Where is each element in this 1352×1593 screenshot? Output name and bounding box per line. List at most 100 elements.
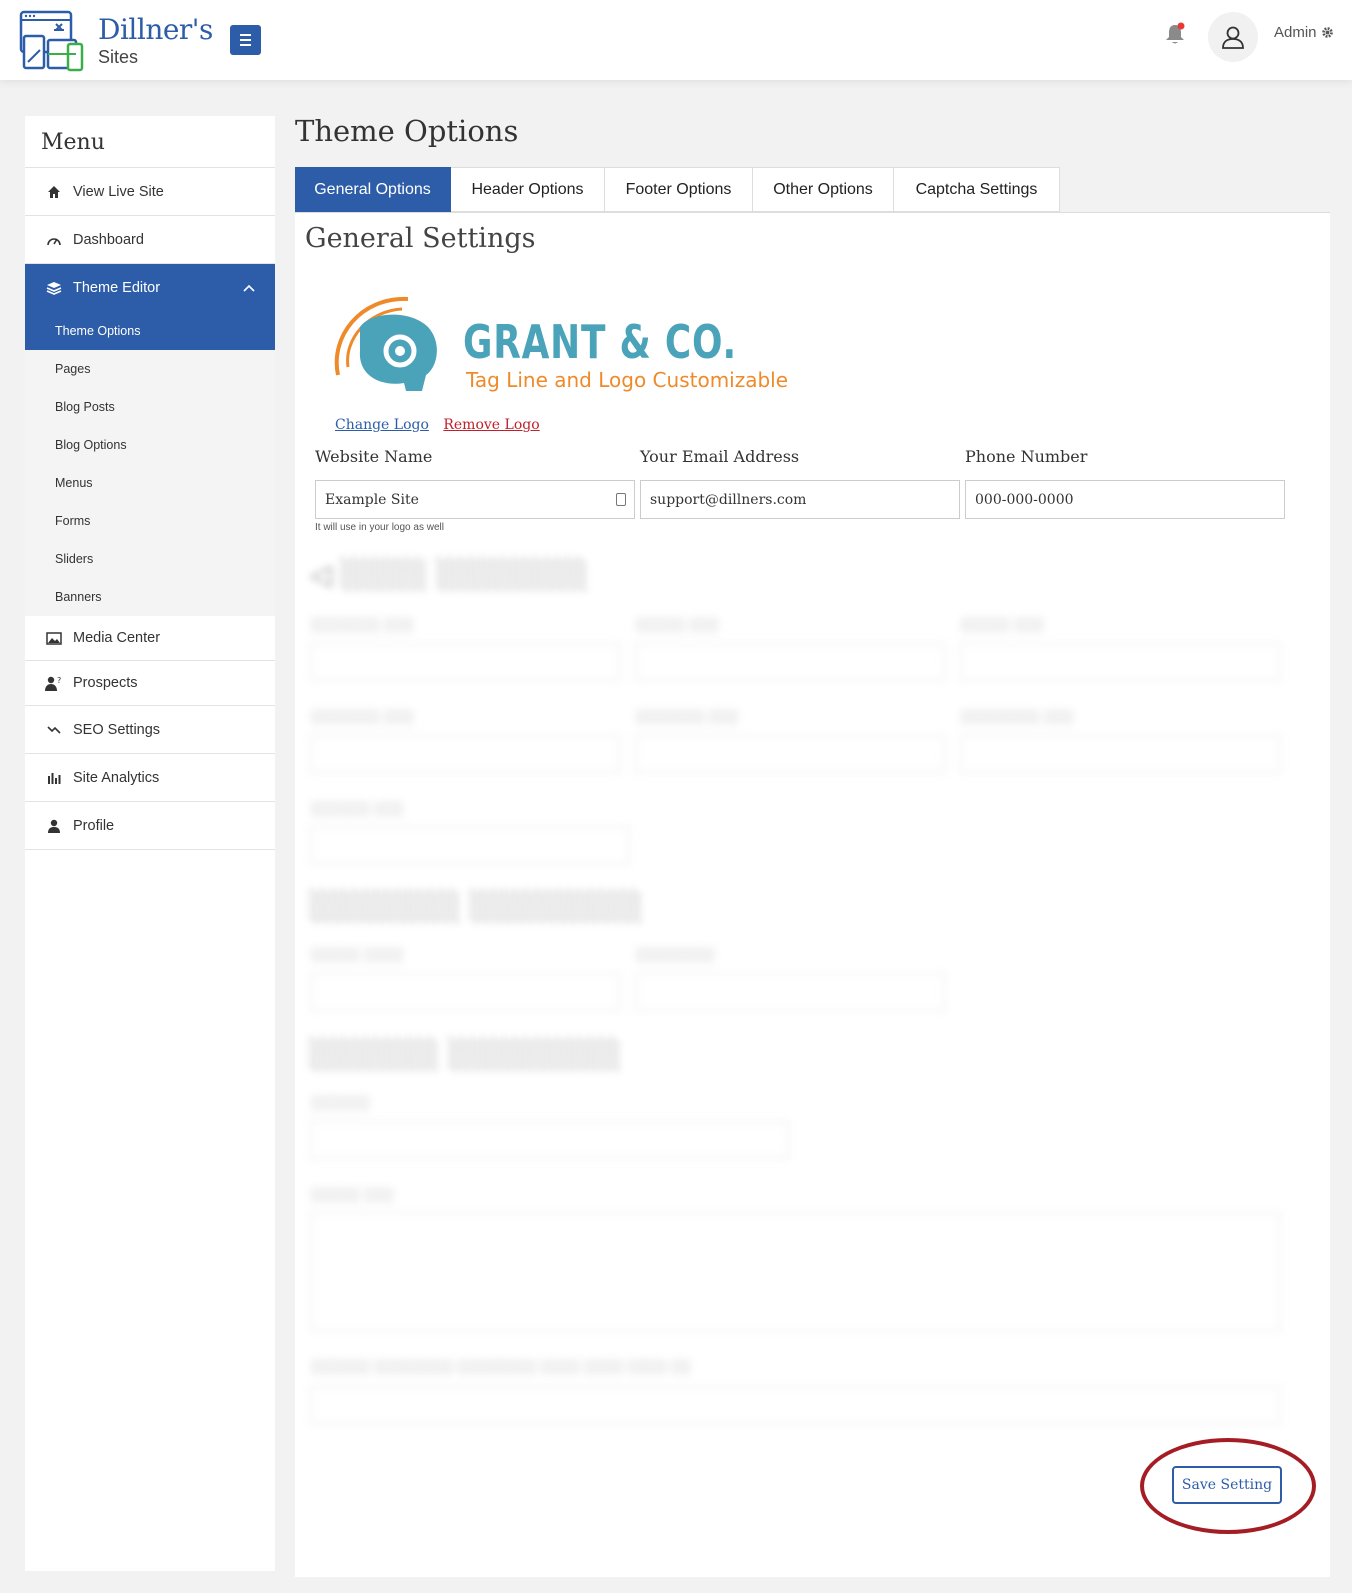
sidebar-item-media-center[interactable]: Media Center [25,616,275,661]
sidebar-item-view-live-site[interactable]: View Live Site [25,168,275,216]
sidebar-item-label: Dashboard [73,231,144,248]
image-icon [45,630,63,646]
blurred-select [635,973,945,1011]
tab-other-options[interactable]: Other Options [753,167,894,212]
website-name-input[interactable]: Example Site [315,480,635,519]
site-logo: GRANT & CO. Tag Line and Logo Customizab… [330,287,800,407]
website-name-field-group: Website Name Example Site It will use in… [315,447,635,533]
user-icon [1222,26,1244,49]
brand-logo-icon [18,10,86,72]
phone-value: 000-000-0000 [975,491,1074,508]
trend-icon [45,722,63,738]
logo-tagline: Tag Line and Logo Customizable [466,368,789,392]
sidebar-item-label: Profile [73,817,115,834]
blurred-input [310,826,630,864]
sidebar-item-label: Media Center [73,630,161,646]
blurred-heading-2: ░░░░░░░ ░░░░░░░░ [310,890,643,923]
blurred-label: ░░░░░ ░░░░ [310,946,404,962]
sidebar-item-seo-settings[interactable]: SEO Settings [25,706,275,754]
layers-icon [45,280,63,296]
section-title: General Settings [305,223,536,254]
blurred-label: ░░░░░ ░░░ [960,616,1044,632]
tab-header-options[interactable]: Header Options [451,167,605,212]
blurred-input [960,643,1280,681]
tab-footer-options[interactable]: Footer Options [605,167,753,212]
blurred-label: ░░░░░░░░ [635,946,715,962]
blurred-input [310,1386,1280,1424]
website-name-value: Example Site [325,491,419,508]
sidebar-item-theme-editor[interactable]: Theme Editor [25,264,275,312]
blurred-textarea [310,1212,1280,1332]
hamburger-menu-button[interactable] [230,25,261,55]
blurred-label: ░░░░░░░ ░░░ [635,708,739,724]
blurred-label: ░░░░░░ [310,1094,370,1110]
sidebar-item-label: SEO Settings [73,721,161,738]
website-name-label: Website Name [315,447,433,466]
sidebar-item-label: Theme Editor [73,280,161,296]
email-label: Your Email Address [640,447,800,466]
top-bar: Dillner's Sites Admin [0,0,1352,80]
tab-captcha-settings[interactable]: Captcha Settings [894,167,1060,212]
blurred-input [635,643,945,681]
brand-name: Dillner's [98,13,213,46]
svg-text:?: ? [57,676,61,685]
admin-menu[interactable]: Admin [1274,24,1334,41]
sidebar-item-label: View Live Site [73,183,164,200]
user-question-icon: ? [45,675,63,691]
email-input[interactable]: support@dillners.com [640,480,960,519]
blurred-input [635,735,945,773]
blurred-input [310,735,620,773]
sidebar-subitem-theme-options[interactable]: Theme Options [25,312,275,350]
blurred-label: ░░░░░ ░░░ [635,616,719,632]
blurred-select [310,1121,790,1159]
home-icon [45,184,63,200]
sidebar-subitem-banners[interactable]: Banners [25,578,275,616]
blurred-select [310,973,620,1011]
user-icon [45,818,63,834]
general-options-panel: General Settings GRANT & CO. Tag Line an… [295,212,1330,1577]
brain-logo-icon [334,296,437,391]
hamburger-icon [240,34,251,36]
blurred-input [960,735,1280,773]
blurred-label: ░░░░░░░░ ░░░ [960,708,1073,724]
website-name-help: It will use in your logo as well [315,522,444,533]
sidebar-subitem-blog-posts[interactable]: Blog Posts [25,388,275,426]
email-value: support@dillners.com [650,491,807,508]
tab-general-options[interactable]: General Options [295,167,451,212]
gauge-icon [45,232,63,248]
blurred-heading-3: ░░░░░░ ░░░░░░░░ [310,1038,622,1071]
brand[interactable]: Dillner's Sites [18,10,213,72]
remove-logo-link[interactable]: Remove Logo [443,417,539,433]
save-setting-button[interactable]: Save Setting [1172,1466,1282,1504]
change-logo-link[interactable]: Change Logo [335,417,429,433]
blurred-heading-1: ◁ ░░░░ ░░░░░░░ [310,558,588,591]
notifications-bell-icon[interactable] [1164,22,1186,46]
blurred-input [310,643,620,681]
sidebar-subitem-sliders[interactable]: Sliders [25,540,275,578]
blurred-label: ░░░░░░ ░░░ [310,800,404,816]
sidebar-item-site-analytics[interactable]: Site Analytics [25,754,275,802]
sidebar-subitem-menus[interactable]: Menus [25,464,275,502]
phone-input[interactable]: 000-000-0000 [965,480,1285,519]
sidebar-subitem-blog-options[interactable]: Blog Options [25,426,275,464]
blurred-label: ░░░░░░░ ░░░ [310,616,414,632]
contact-card-icon [616,493,626,506]
sidebar: Menu View Live Site Dashboard Theme Edit… [25,116,275,1571]
email-field-group: Your Email Address support@dillners.com [640,447,960,519]
admin-label: Admin [1274,24,1317,41]
sidebar-item-profile[interactable]: Profile [25,802,275,850]
blurred-label: ░░░░░ ░░░ [310,1186,394,1202]
obscured-form-area: ◁ ░░░░ ░░░░░░░ ░░░░░░░ ░░░ ░░░░░ ░░░ ░░░… [310,558,1310,1448]
options-tabs: General Options Header Options Footer Op… [295,167,1060,212]
blurred-label: ░░░░░░ ░░░░░░░░ ░░░░░░░░ ░░░░ ░░░░ ░░░░ … [310,1358,691,1374]
sidebar-subitem-pages[interactable]: Pages [25,350,275,388]
gear-icon [1321,27,1333,38]
logo-company-name: GRANT & CO. [463,315,737,369]
sidebar-title: Menu [25,116,275,168]
sidebar-item-dashboard[interactable]: Dashboard [25,216,275,264]
sidebar-item-prospects[interactable]: ? Prospects [25,661,275,706]
sidebar-subitem-forms[interactable]: Forms [25,502,275,540]
user-avatar[interactable] [1208,12,1258,62]
sidebar-item-label: Site Analytics [73,769,160,786]
logo-actions: Change Logo Remove Logo [335,417,550,433]
